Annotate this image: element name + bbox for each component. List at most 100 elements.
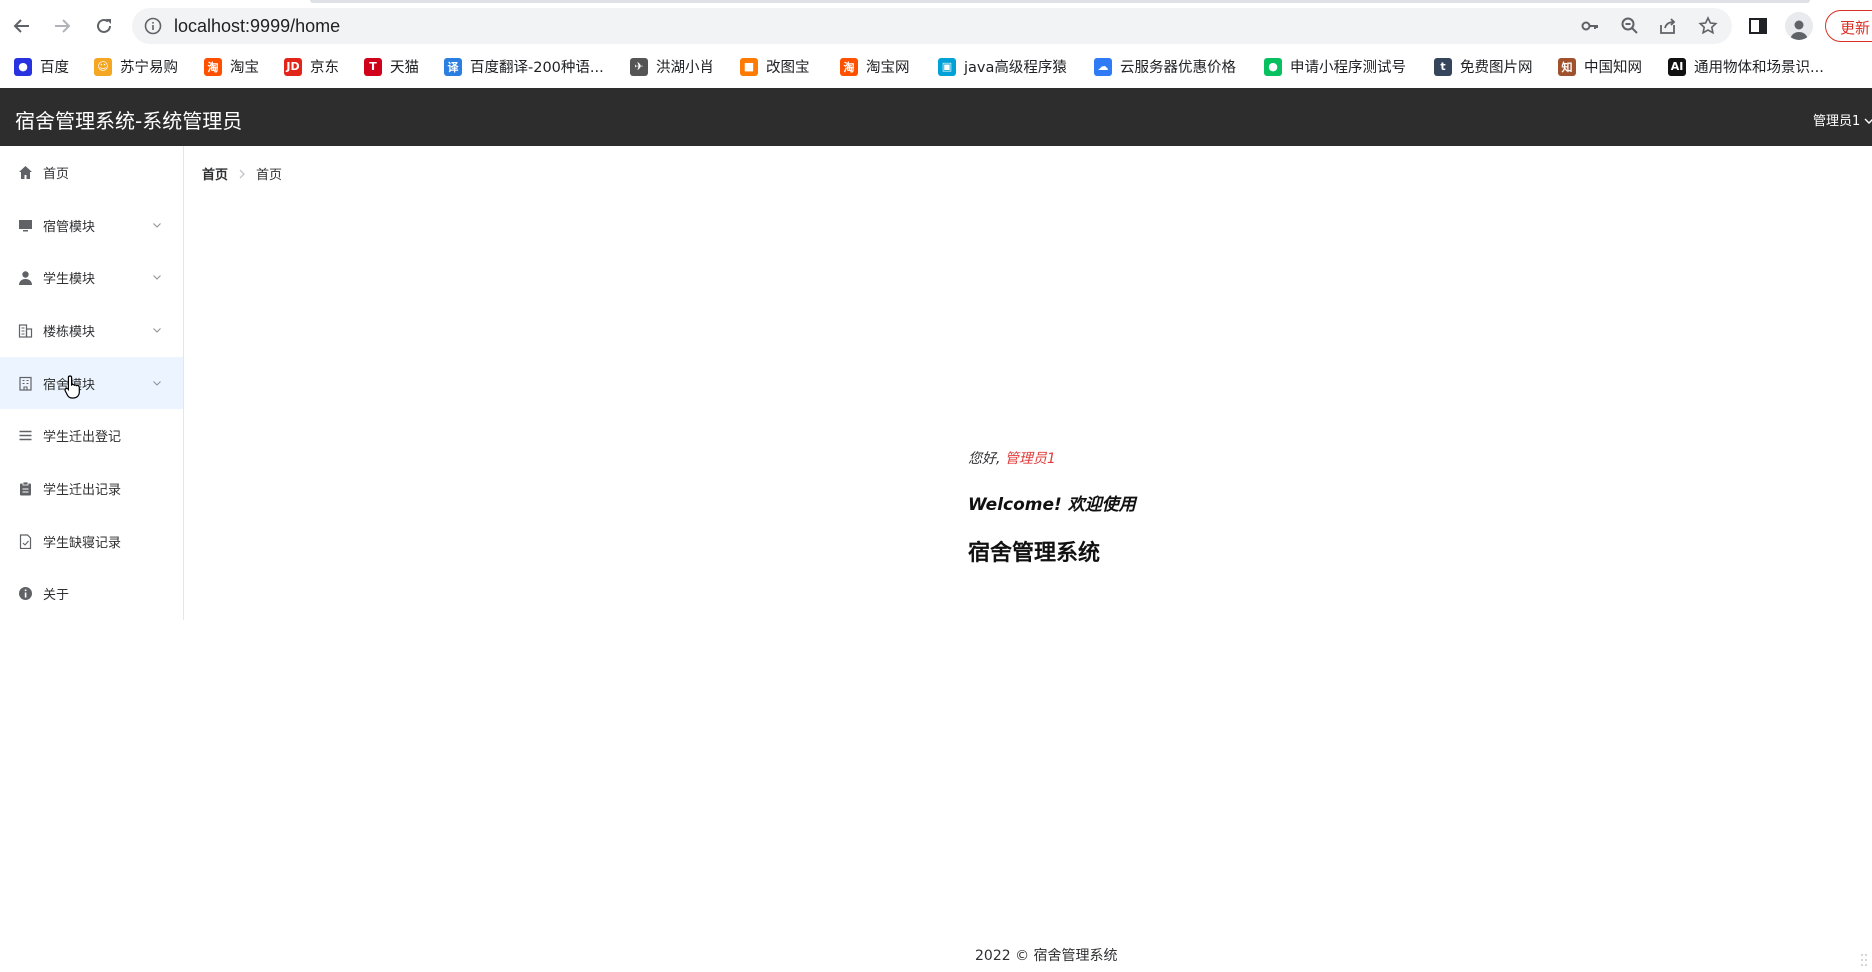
bookmark-label: java高级程序猿 — [964, 60, 1067, 76]
bookmark-label: 淘宝 — [230, 60, 259, 76]
bird-icon: ✈ — [630, 57, 648, 76]
bookmark-item[interactable]: ☺ 苏宁易购 — [94, 56, 178, 77]
chevron-down-icon — [153, 380, 161, 386]
sidebar-item-label: 学生迁出登记 — [43, 430, 122, 446]
tab-strip-edge — [310, 0, 1810, 3]
welcome-heading: Welcome! 欢迎使用 — [968, 495, 1136, 515]
sidebar-item[interactable]: 宿管模块 — [0, 199, 183, 252]
bookmark-label: 改图宝 — [766, 60, 810, 76]
bookmark-item[interactable]: ☁ 云服务器优惠价格 — [1094, 56, 1236, 77]
bookmark-item[interactable]: t 免费图片网 — [1434, 56, 1533, 77]
bookmarks-bar: ● 百度 ☺ 苏宁易购淘淘宝 JD 京东 T 天猫译百度翻译-200种语... ✈ 洪湖小肖 ■ 改图… — [0, 52, 1872, 82]
zoom-icon[interactable] — [1620, 16, 1640, 36]
bookmark-label: 免费图片网 — [1460, 60, 1533, 76]
bookmark-item[interactable]: ■ 改图宝 — [740, 56, 810, 77]
taobao-web-icon: 淘 — [840, 57, 858, 76]
chevron-down-icon — [153, 222, 161, 228]
forward-button[interactable] — [48, 12, 76, 40]
cnki-icon: 知 — [1558, 57, 1576, 76]
sidebar-item[interactable]: 学生缺寝记录 — [0, 515, 183, 568]
app-title: 宿舍管理系统-系统管理员 — [15, 109, 243, 133]
reload-icon — [97, 18, 111, 33]
suning-lion-icon: ☺ — [94, 57, 112, 76]
sidebar-item-label: 楼栋模块 — [43, 324, 96, 340]
browser-chrome: localhost:9999/home 更新 ● 百度 ☺ 苏宁易购淘淘宝 JD 京东 T 天… — [0, 0, 1872, 88]
user-menu-label: 管理员1 — [1813, 114, 1861, 129]
bookmark-item[interactable]: ▣ java高级程序猿 — [938, 56, 1067, 77]
chevron-right-icon — [239, 169, 245, 178]
bookmark-item[interactable]: 译百度翻译-200种语... — [444, 56, 604, 77]
profile-avatar[interactable] — [1785, 12, 1813, 40]
sidebar-item[interactable]: 楼栋模块 — [0, 304, 183, 357]
bookmark-label: 中国知网 — [1584, 60, 1642, 76]
sidebar-item-label: 学生模块 — [43, 272, 96, 288]
sidebar-item-label: 关于 — [43, 588, 70, 604]
sidebar-item[interactable]: 宿舍模块 — [0, 356, 183, 410]
sidebar-item-label: 学生缺寝记录 — [43, 535, 122, 551]
side-panel-icon[interactable] — [1746, 14, 1770, 38]
bookmark-label: 天猫 — [390, 60, 419, 76]
bookmark-item[interactable]: 知中国知网 — [1558, 56, 1642, 77]
tumblr-icon: t — [1434, 57, 1452, 76]
bookmark-item[interactable]: 淘淘宝网 — [840, 56, 910, 77]
gaitubao-icon: ■ — [740, 57, 758, 76]
ai-icon: AI — [1668, 57, 1686, 76]
cloud-icon: ☁ — [1094, 57, 1112, 76]
breadcrumb: 首页 首页 — [202, 164, 282, 183]
bookmark-label: 淘宝网 — [866, 60, 910, 76]
home-icon — [18, 165, 33, 180]
bookmark-item[interactable]: T 天猫 — [364, 56, 419, 77]
monitor-icon — [18, 218, 33, 233]
reload-button[interactable] — [90, 12, 118, 40]
star-icon[interactable] — [1698, 16, 1718, 36]
tmall-icon: T — [364, 57, 382, 76]
bookmark-label: 申请小程序测试号 — [1290, 60, 1406, 76]
person-icon — [1790, 20, 1808, 40]
sidebar-item[interactable]: 学生模块 — [0, 251, 183, 304]
sidebar-item[interactable]: 学生迁出登记 — [0, 409, 183, 462]
document-icon — [18, 534, 33, 549]
info-icon[interactable] — [144, 17, 162, 35]
sidebar-item[interactable]: 首页 — [0, 146, 183, 199]
wechat-icon: ● — [1264, 57, 1282, 76]
taobao-icon: 淘 — [204, 57, 222, 76]
bookmark-item[interactable]: ● 百度 — [14, 56, 69, 77]
building-icon — [18, 323, 33, 338]
arrow-right-icon — [55, 19, 71, 33]
bookmark-item[interactable]: ✈ 洪湖小肖 — [630, 56, 714, 77]
sidebar-item-label: 首页 — [43, 166, 70, 182]
bookmark-item[interactable]: 淘淘宝 — [204, 56, 259, 77]
sidebar-menu: 首页宿管模块学生模块楼栋模块宿舍模块学生迁出登记学生迁出记录学生缺寝记录关于 — [0, 146, 184, 620]
bookmark-label: 洪湖小肖 — [656, 60, 714, 76]
key-icon[interactable] — [1580, 16, 1600, 36]
sidebar-item-label: 宿管模块 — [43, 219, 96, 235]
office-icon — [18, 376, 33, 391]
sidebar-item[interactable]: 学生迁出记录 — [0, 462, 183, 515]
breadcrumb-current: 首页 — [256, 168, 283, 183]
bookmark-item[interactable]: ● 申请小程序测试号 — [1264, 56, 1406, 77]
arrow-left-icon — [13, 19, 29, 33]
bookmark-label: 通用物体和场景识... — [1694, 60, 1824, 76]
bookmark-item[interactable]: JD 京东 — [284, 56, 339, 77]
greeting-text: 您好, 管理员1 — [968, 448, 1136, 468]
baidu-translate-icon: 译 — [444, 57, 462, 76]
mouse-cursor-icon — [64, 375, 80, 399]
chevron-down-icon — [153, 275, 161, 281]
clipboard-icon — [18, 481, 33, 496]
bookmark-label: 百度翻译-200种语... — [470, 60, 604, 76]
bookmark-item[interactable]: AI 通用物体和场景识... — [1668, 56, 1824, 77]
baidu-paw-icon: ● — [14, 57, 32, 76]
sidebar-item[interactable]: 关于 — [0, 568, 183, 621]
breadcrumb-home-link[interactable]: 首页 — [202, 164, 228, 183]
back-button[interactable] — [8, 12, 36, 40]
welcome-panel: 您好, 管理员1 Welcome! 欢迎使用 宿舍管理系统 — [968, 448, 1136, 567]
address-bar[interactable]: localhost:9999/home — [132, 8, 1732, 44]
url-text[interactable]: localhost:9999/home — [174, 16, 340, 37]
update-button[interactable]: 更新 — [1825, 10, 1872, 42]
system-name-heading: 宿舍管理系统 — [968, 541, 1101, 566]
scroll-grip-icon — [1861, 954, 1867, 966]
share-icon[interactable] — [1658, 16, 1678, 36]
user-menu[interactable]: 管理员1 — [1813, 110, 1872, 129]
chevron-down-icon — [153, 328, 161, 333]
bilibili-tv-icon: ▣ — [938, 57, 956, 76]
